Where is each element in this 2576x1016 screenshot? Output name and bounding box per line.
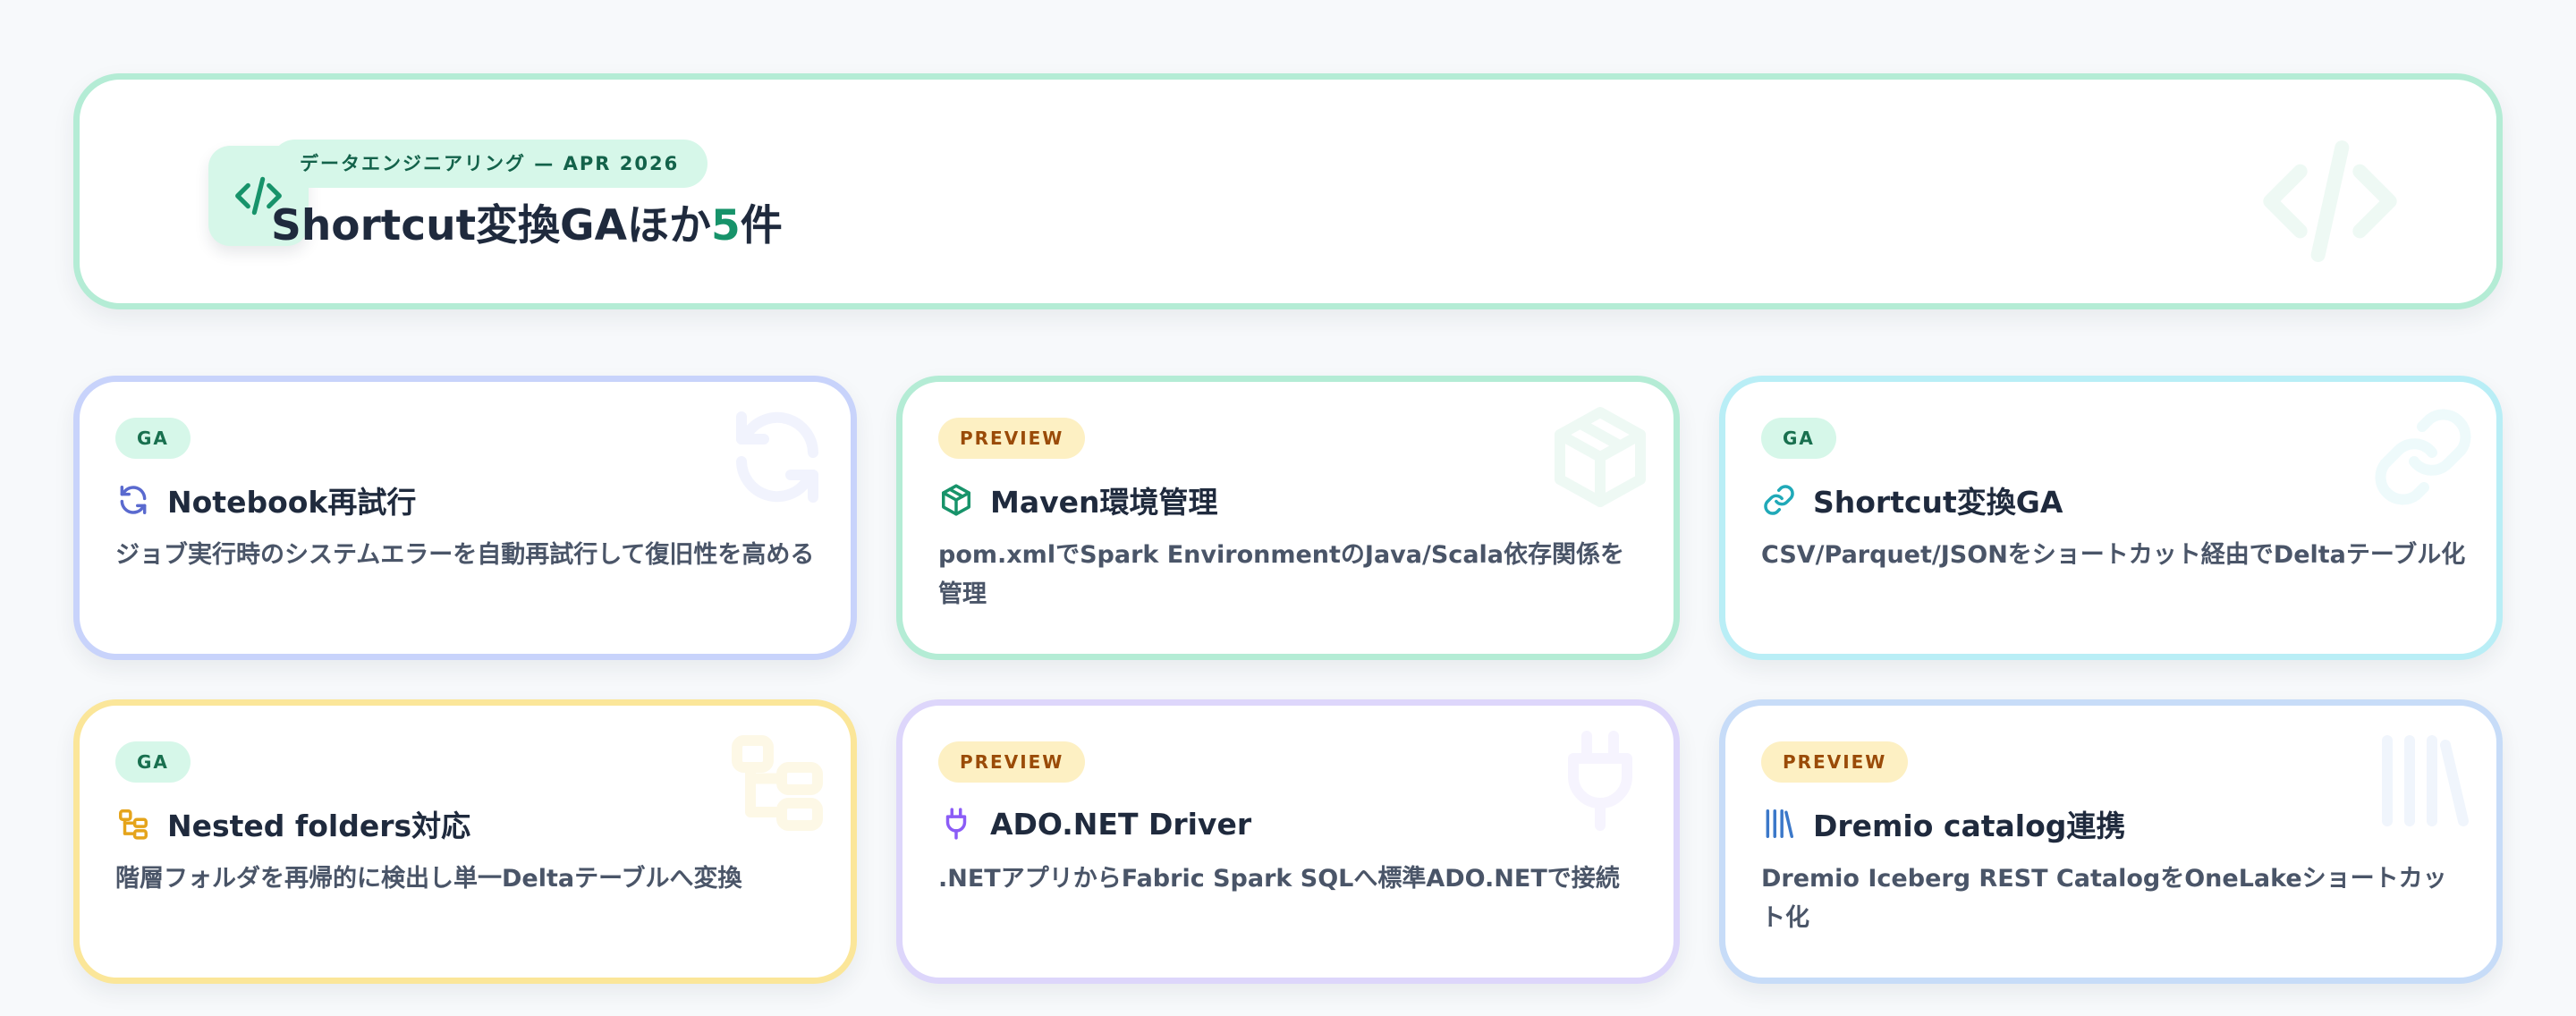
library-icon	[1761, 806, 1797, 842]
folder-tree-watermark-icon	[724, 727, 831, 838]
status-badge: GA	[115, 418, 191, 459]
link-icon	[1761, 482, 1797, 518]
refresh-icon	[115, 482, 151, 518]
feature-card-adonet-driver[interactable]: PREVIEW ADO.NET Driver .NETアプリからFabric S…	[896, 699, 1680, 984]
status-badge: PREVIEW	[938, 741, 1086, 783]
feature-card-dremio-catalog[interactable]: PREVIEW Dremio catalog連携 Dremio Iceberg …	[1719, 699, 2503, 984]
card-title: ADO.NET Driver	[990, 806, 1252, 842]
card-title: Shortcut変換GA	[1813, 485, 2063, 520]
card-title: Notebook再試行	[167, 485, 417, 520]
card-title-row: ADO.NET Driver	[938, 804, 1251, 843]
folder-tree-icon	[115, 806, 151, 842]
page-title-suffix: 件	[740, 201, 783, 250]
package-watermark-icon	[1546, 403, 1654, 514]
status-badge: PREVIEW	[938, 418, 1086, 459]
hero-category-badge: データエンジニアリング — APR 2026	[271, 140, 708, 188]
link-watermark-icon	[2369, 403, 2477, 514]
plug-icon	[938, 806, 974, 842]
plug-watermark-icon	[1546, 727, 1654, 838]
code-watermark-icon	[2258, 130, 2402, 276]
refresh-watermark-icon	[724, 403, 831, 514]
feature-card-nested-folders[interactable]: GA Nested folders対応 階層フォルダを再帰的に検出し単一Delt…	[73, 699, 857, 984]
feature-card-maven-env[interactable]: PREVIEW Maven環境管理 pom.xmlでSpark Environm…	[896, 376, 1680, 660]
library-watermark-icon	[2369, 727, 2477, 838]
package-icon	[938, 482, 974, 518]
status-badge: GA	[1761, 418, 1836, 459]
status-badge: PREVIEW	[1761, 741, 1909, 783]
card-description: CSV/Parquet/JSONをショートカット経由でDeltaテーブル化	[1761, 541, 2466, 569]
page-title-count: 5	[711, 201, 741, 250]
card-title-row: Nested folders対応	[115, 804, 470, 843]
feature-card-notebook-retry[interactable]: GA Notebook再試行 ジョブ実行時のシステムエラーを自動再試行して復旧性…	[73, 376, 857, 660]
card-title-row: Shortcut変換GA	[1761, 480, 2063, 520]
card-description: pom.xmlでSpark EnvironmentのJava/Scala依存関係…	[938, 541, 1625, 608]
card-title: Dremio catalog連携	[1813, 809, 2126, 843]
card-description: 階層フォルダを再帰的に検出し単一Deltaテーブルへ変換	[115, 865, 742, 893]
page: データエンジニアリング — APR 2026 Shortcut変換GAほか5件 …	[0, 0, 2576, 1016]
card-description: ジョブ実行時のシステムエラーを自動再試行して復旧性を高める	[115, 541, 815, 569]
card-title-row: Maven環境管理	[938, 480, 1218, 520]
hero-banner: データエンジニアリング — APR 2026 Shortcut変換GAほか5件	[73, 73, 2503, 309]
card-title-row: Dremio catalog連携	[1761, 804, 2125, 843]
page-title: Shortcut変換GAほか5件	[271, 198, 783, 255]
card-title: Maven環境管理	[990, 485, 1218, 520]
card-description: .NETアプリからFabric Spark SQLへ標準ADO.NETで接続	[938, 865, 1620, 893]
card-description: Dremio Iceberg REST CatalogをOneLakeショートカ…	[1761, 865, 2447, 932]
feature-card-shortcut-ga[interactable]: GA Shortcut変換GA CSV/Parquet/JSONをショートカット…	[1719, 376, 2503, 660]
card-title: Nested folders対応	[167, 809, 471, 843]
page-title-prefix: Shortcut変換GAほか	[271, 201, 711, 250]
status-badge: GA	[115, 741, 191, 783]
card-title-row: Notebook再試行	[115, 480, 416, 520]
